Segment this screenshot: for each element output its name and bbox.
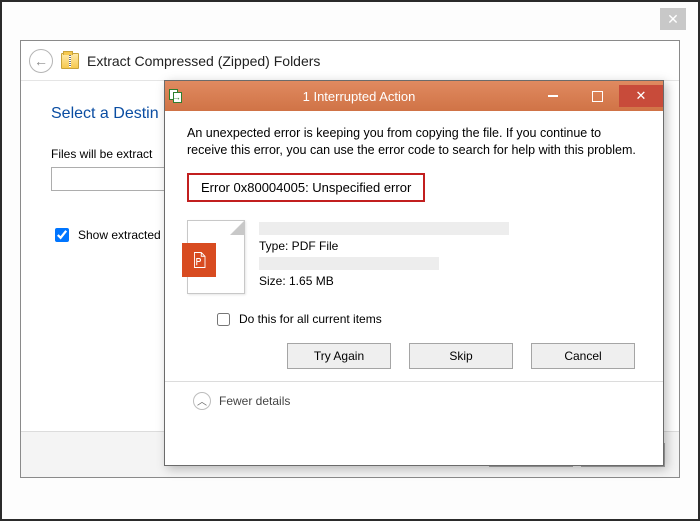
file-type-label: Type: PDF File (259, 237, 641, 255)
interrupted-action-dialog: → 1 Interrupted Action ✕ An unexpected e… (164, 80, 664, 466)
arrow-left-icon: ← (34, 53, 48, 69)
page-fold-icon (230, 221, 244, 235)
do-for-all-checkbox[interactable]: Do this for all current items (213, 310, 641, 329)
file-thumbnail (187, 220, 245, 294)
try-again-button[interactable]: Try Again (287, 343, 391, 369)
show-extracted-label: Show extracted (78, 228, 161, 242)
do-for-all-checkbox-input[interactable] (217, 313, 230, 326)
dialog-actions: Try Again Skip Cancel (187, 343, 641, 369)
fewer-details-toggle[interactable]: ︿ Fewer details (187, 382, 641, 410)
file-row: Type: PDF File Size: 1.65 MB (187, 220, 641, 294)
dialog-titlebar[interactable]: → 1 Interrupted Action ✕ (165, 81, 663, 111)
dialog-title: 1 Interrupted Action (187, 89, 531, 104)
close-icon: ✕ (667, 11, 679, 28)
dialog-cancel-button[interactable]: Cancel (531, 343, 635, 369)
dialog-body: An unexpected error is keeping you from … (165, 111, 663, 422)
file-name-redacted (259, 222, 509, 235)
skip-button[interactable]: Skip (409, 343, 513, 369)
error-code-box: Error 0x80004005: Unspecified error (187, 173, 425, 202)
fewer-details-label: Fewer details (219, 394, 290, 408)
file-size-label: Size: 1.65 MB (259, 272, 641, 290)
maximize-button[interactable] (575, 85, 619, 107)
pdf-badge-icon (182, 243, 216, 277)
outer-close-button[interactable]: ✕ (660, 8, 686, 30)
show-extracted-checkbox-input[interactable] (55, 228, 69, 242)
zipped-folder-icon (61, 53, 79, 69)
wizard-header: ← Extract Compressed (Zipped) Folders (21, 41, 679, 81)
dialog-message: An unexpected error is keeping you from … (187, 125, 641, 159)
chevron-up-icon: ︿ (193, 392, 211, 410)
close-button[interactable]: ✕ (619, 85, 663, 107)
back-button[interactable]: ← (29, 49, 53, 73)
minimize-button[interactable] (531, 85, 575, 107)
wizard-title: Extract Compressed (Zipped) Folders (87, 53, 320, 69)
copy-operation-icon: → (165, 89, 187, 103)
file-info: Type: PDF File Size: 1.65 MB (259, 220, 641, 290)
file-detail-redacted (259, 257, 439, 270)
window-buttons: ✕ (531, 85, 663, 107)
close-icon: ✕ (636, 88, 647, 104)
do-for-all-label: Do this for all current items (239, 312, 382, 326)
